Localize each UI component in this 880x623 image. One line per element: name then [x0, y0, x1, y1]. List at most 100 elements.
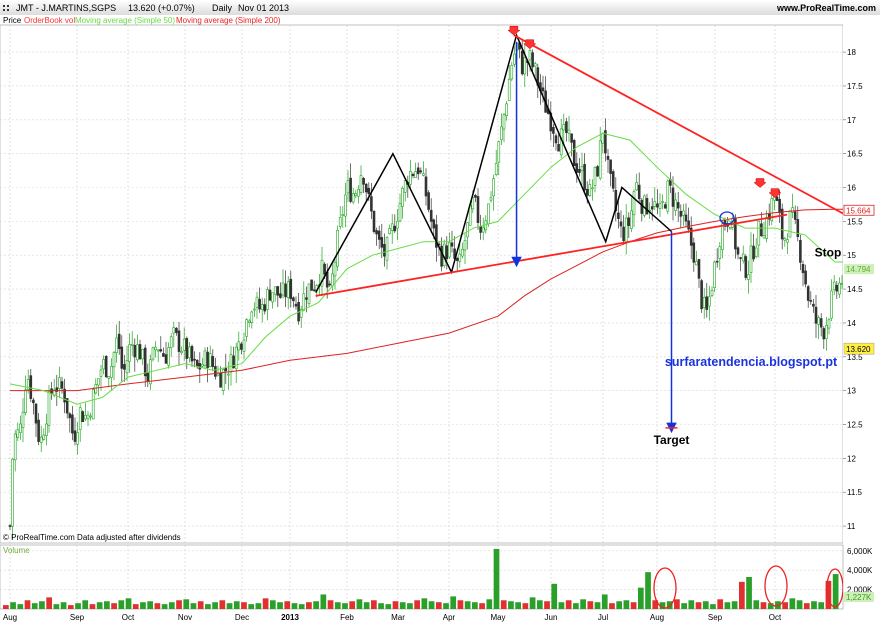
x-tick-label: 2013	[281, 613, 299, 622]
x-tick-label: Aug	[650, 613, 664, 622]
volume-bar	[717, 599, 724, 609]
candle-body	[260, 304, 264, 310]
candle-body	[424, 176, 428, 197]
candle-body	[583, 164, 586, 191]
ma200-price-label: 15.664	[843, 204, 875, 216]
candle-body	[11, 458, 14, 527]
volume-bar	[183, 599, 190, 609]
volume-bar	[255, 603, 262, 609]
candle-body	[198, 363, 202, 370]
candle-body	[76, 432, 79, 445]
candle-body	[575, 163, 579, 173]
y-tick-label: 16.5	[847, 150, 863, 159]
candle-body	[632, 191, 636, 216]
volume-bar	[811, 601, 817, 609]
candle-body	[786, 239, 789, 243]
candle-body	[266, 289, 269, 310]
candle-body	[523, 57, 527, 75]
candle-body	[695, 261, 698, 266]
candle-body	[502, 114, 506, 130]
candle-body	[510, 65, 514, 80]
volume-bar	[645, 572, 651, 609]
candle-body	[656, 203, 659, 208]
volume-bar	[10, 602, 16, 609]
candle-body	[635, 182, 638, 191]
candle-body	[507, 78, 511, 101]
candle-body	[489, 197, 493, 201]
volume-bar	[154, 603, 161, 609]
volume-bar	[291, 603, 298, 609]
candle-body	[617, 212, 620, 219]
volume-tick-label: 4,000K	[847, 566, 873, 575]
volume-bar	[544, 601, 550, 609]
candle-body	[422, 173, 425, 176]
candle-body	[331, 273, 334, 287]
candle-body	[175, 327, 178, 333]
candle-body	[793, 211, 797, 220]
candle-body	[136, 344, 139, 361]
candle-body	[679, 211, 683, 217]
volume-bar	[594, 602, 601, 609]
volume-bar	[738, 581, 745, 609]
volume-bar	[168, 602, 175, 609]
volume-bar	[176, 600, 182, 609]
candle-body	[37, 419, 40, 442]
candle-body	[219, 372, 222, 388]
candle-body	[637, 184, 641, 200]
candle-body	[385, 237, 389, 261]
candle-body	[840, 283, 843, 285]
candle-body	[825, 325, 828, 340]
candle-body	[721, 223, 724, 250]
candle-body	[476, 196, 480, 223]
candle-body	[107, 376, 111, 379]
candle-body	[16, 429, 20, 438]
volume-bar	[104, 601, 110, 609]
candle-body	[710, 289, 714, 296]
candle-body	[630, 210, 633, 229]
volume-bar	[306, 602, 312, 609]
candle-body	[419, 170, 423, 173]
header-period: Daily	[212, 3, 233, 13]
volume-bar	[31, 603, 38, 609]
y-tick-label: 17.5	[847, 82, 863, 91]
y-tick-label: 12.5	[847, 421, 863, 430]
price-axis-panel	[843, 25, 880, 543]
y-tick-label: 11.5	[847, 488, 863, 497]
volume-bar	[226, 603, 233, 609]
candle-body	[177, 330, 181, 352]
candle-body	[466, 222, 469, 238]
candle-body	[835, 284, 839, 292]
candle-body	[292, 297, 295, 302]
header-date: Nov 01 2013	[238, 3, 289, 13]
x-tick-label: Aug	[3, 613, 17, 622]
candle-body	[68, 413, 72, 419]
x-tick-label: Apr	[443, 613, 456, 622]
candle-body	[71, 414, 74, 434]
candle-body	[180, 350, 183, 354]
candle-body	[687, 220, 690, 230]
volume-bar	[746, 577, 752, 609]
candle-body	[237, 341, 241, 351]
candle-body	[601, 132, 605, 144]
candle-body	[271, 292, 274, 303]
candle-body	[357, 189, 360, 197]
x-tick-label: Jun	[545, 613, 558, 622]
y-tick-label: 14.5	[847, 285, 863, 294]
candle-body	[354, 193, 358, 197]
x-tick-label: Oct	[122, 613, 135, 622]
candle-body	[541, 87, 545, 92]
volume-bar	[782, 602, 788, 609]
candle-body	[110, 365, 113, 378]
candle-body	[112, 352, 116, 368]
volume-bar	[753, 600, 760, 609]
candle-body	[328, 283, 332, 286]
candle-body	[591, 187, 594, 190]
volume-bar	[356, 599, 363, 609]
candle-body	[414, 171, 417, 178]
candle-body	[596, 166, 599, 177]
volume-bar	[832, 574, 839, 609]
candle-body	[333, 261, 337, 277]
candle-body	[403, 180, 407, 193]
candle-body	[692, 242, 696, 263]
candle-body	[754, 247, 758, 258]
